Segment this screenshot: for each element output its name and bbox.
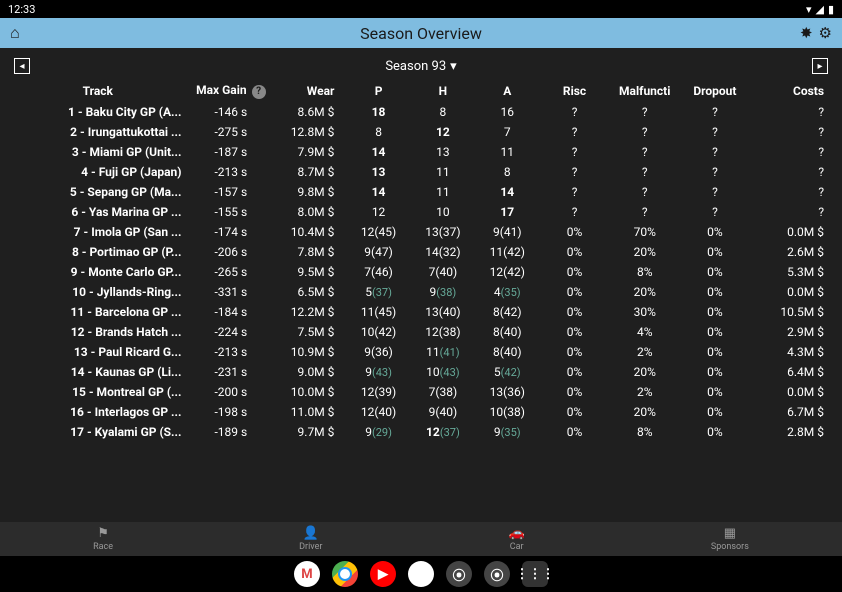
- help-icon[interactable]: ?: [252, 85, 266, 99]
- person-icon: 👤: [303, 526, 319, 541]
- col-risc: Risc: [539, 80, 609, 102]
- table-row[interactable]: 2 - Irungattukottai ...-275 s12.8M $8127…: [10, 122, 832, 142]
- youtube-icon[interactable]: ▶: [370, 561, 396, 587]
- col-dropout: Dropout: [680, 80, 750, 102]
- table-row[interactable]: 15 - Montreal GP (...-200 s10.0M $12(39)…: [10, 382, 832, 402]
- col-a: A: [475, 80, 539, 102]
- prev-season-button[interactable]: ◂: [14, 58, 30, 74]
- apps-grid-icon[interactable]: ⋮⋮⋮: [522, 561, 548, 587]
- table-row[interactable]: 4 - Fuji GP (Japan)-213 s8.7M $13118????: [10, 162, 832, 182]
- signal-icon: ◢: [815, 3, 823, 16]
- nav-sponsors[interactable]: ▦ Sponsors: [711, 526, 749, 552]
- table-row[interactable]: 16 - Interlagos GP ...-198 s11.0M $12(40…: [10, 402, 832, 422]
- car-icon: 🚗: [509, 526, 525, 541]
- nav-driver[interactable]: 👤 Driver: [299, 526, 322, 552]
- table-row[interactable]: 1 - Baku City GP (A...-146 s8.6M $18816?…: [10, 102, 832, 122]
- gmail-icon[interactable]: M: [294, 561, 320, 587]
- col-track: Track: [10, 80, 186, 102]
- home-icon[interactable]: ⌂: [10, 23, 20, 43]
- app-icon-2[interactable]: ⦿: [484, 561, 510, 587]
- page-title: Season Overview: [360, 24, 482, 43]
- nav-car[interactable]: 🚗 Car: [509, 526, 525, 552]
- bug-icon[interactable]: ✸: [800, 24, 813, 42]
- table-row[interactable]: 6 - Yas Marina GP ...-155 s8.0M $121017?…: [10, 202, 832, 222]
- next-season-button[interactable]: ▸: [812, 58, 828, 74]
- col-malfuncti: Malfuncti: [610, 80, 680, 102]
- wifi-icon: ▾: [806, 3, 812, 16]
- app-header: ⌂ Season Overview ✸ ⚙: [0, 18, 842, 48]
- table-header-row: Track Max Gain ? Wear P H A Risc Malfunc…: [10, 80, 832, 102]
- season-navigation: ◂ Season 93 ▾ ▸: [0, 48, 842, 80]
- table-row[interactable]: 8 - Portimao GP (P...-206 s7.8M $9(47)14…: [10, 242, 832, 262]
- col-h: H: [411, 80, 475, 102]
- table-row[interactable]: 11 - Barcelona GP ...-184 s12.2M $11(45)…: [10, 302, 832, 322]
- col-wear: Wear: [276, 80, 346, 102]
- col-costs: Costs: [750, 80, 832, 102]
- status-icons: ▾ ◢ ▮: [806, 3, 834, 16]
- sponsors-icon: ▦: [724, 526, 736, 541]
- battery-icon: ▮: [828, 3, 834, 16]
- app-icon-1[interactable]: ⦿: [446, 561, 472, 587]
- chrome-icon[interactable]: [332, 561, 358, 587]
- table-row[interactable]: 9 - Monte Carlo GP...-265 s9.5M $7(46)7(…: [10, 262, 832, 282]
- status-bar: 12:33 ▾ ◢ ▮: [0, 0, 842, 18]
- col-maxgain: Max Gain ?: [186, 80, 277, 102]
- nav-race[interactable]: ⚑ Race: [93, 526, 113, 552]
- flag-icon: ⚑: [97, 526, 109, 541]
- table-row[interactable]: 3 - Miami GP (Unit...-187 s7.9M $141311?…: [10, 142, 832, 162]
- table-row[interactable]: 7 - Imola GP (San ...-174 s10.4M $12(45)…: [10, 222, 832, 242]
- table-row[interactable]: 13 - Paul Ricard G...-213 s10.9M $9(36)1…: [10, 342, 832, 362]
- system-dock: M ▶ ✦ ⦿ ⦿ ⋮⋮⋮: [0, 556, 842, 592]
- bottom-navigation: ⚑ Race 👤 Driver 🚗 Car ▦ Sponsors: [0, 522, 842, 556]
- table-row[interactable]: 12 - Brands Hatch ...-224 s7.5M $10(42)1…: [10, 322, 832, 342]
- table-row[interactable]: 10 - Jyllands-Ring...-331 s6.5M $5(37)9(…: [10, 282, 832, 302]
- settings-icon[interactable]: ⚙: [819, 24, 832, 42]
- season-table: Track Max Gain ? Wear P H A Risc Malfunc…: [0, 80, 842, 442]
- table-row[interactable]: 14 - Kaunas GP (Li...-231 s9.0M $9(43)10…: [10, 362, 832, 382]
- photos-icon[interactable]: ✦: [408, 561, 434, 587]
- status-time: 12:33: [8, 3, 35, 16]
- season-dropdown[interactable]: Season 93 ▾: [385, 59, 456, 74]
- table-row[interactable]: 17 - Kyalami GP (S...-189 s9.7M $9(29)12…: [10, 422, 832, 442]
- col-p: P: [346, 80, 410, 102]
- table-row[interactable]: 5 - Sepang GP (Ma...-157 s9.8M $141114??…: [10, 182, 832, 202]
- chevron-down-icon: ▾: [450, 59, 457, 74]
